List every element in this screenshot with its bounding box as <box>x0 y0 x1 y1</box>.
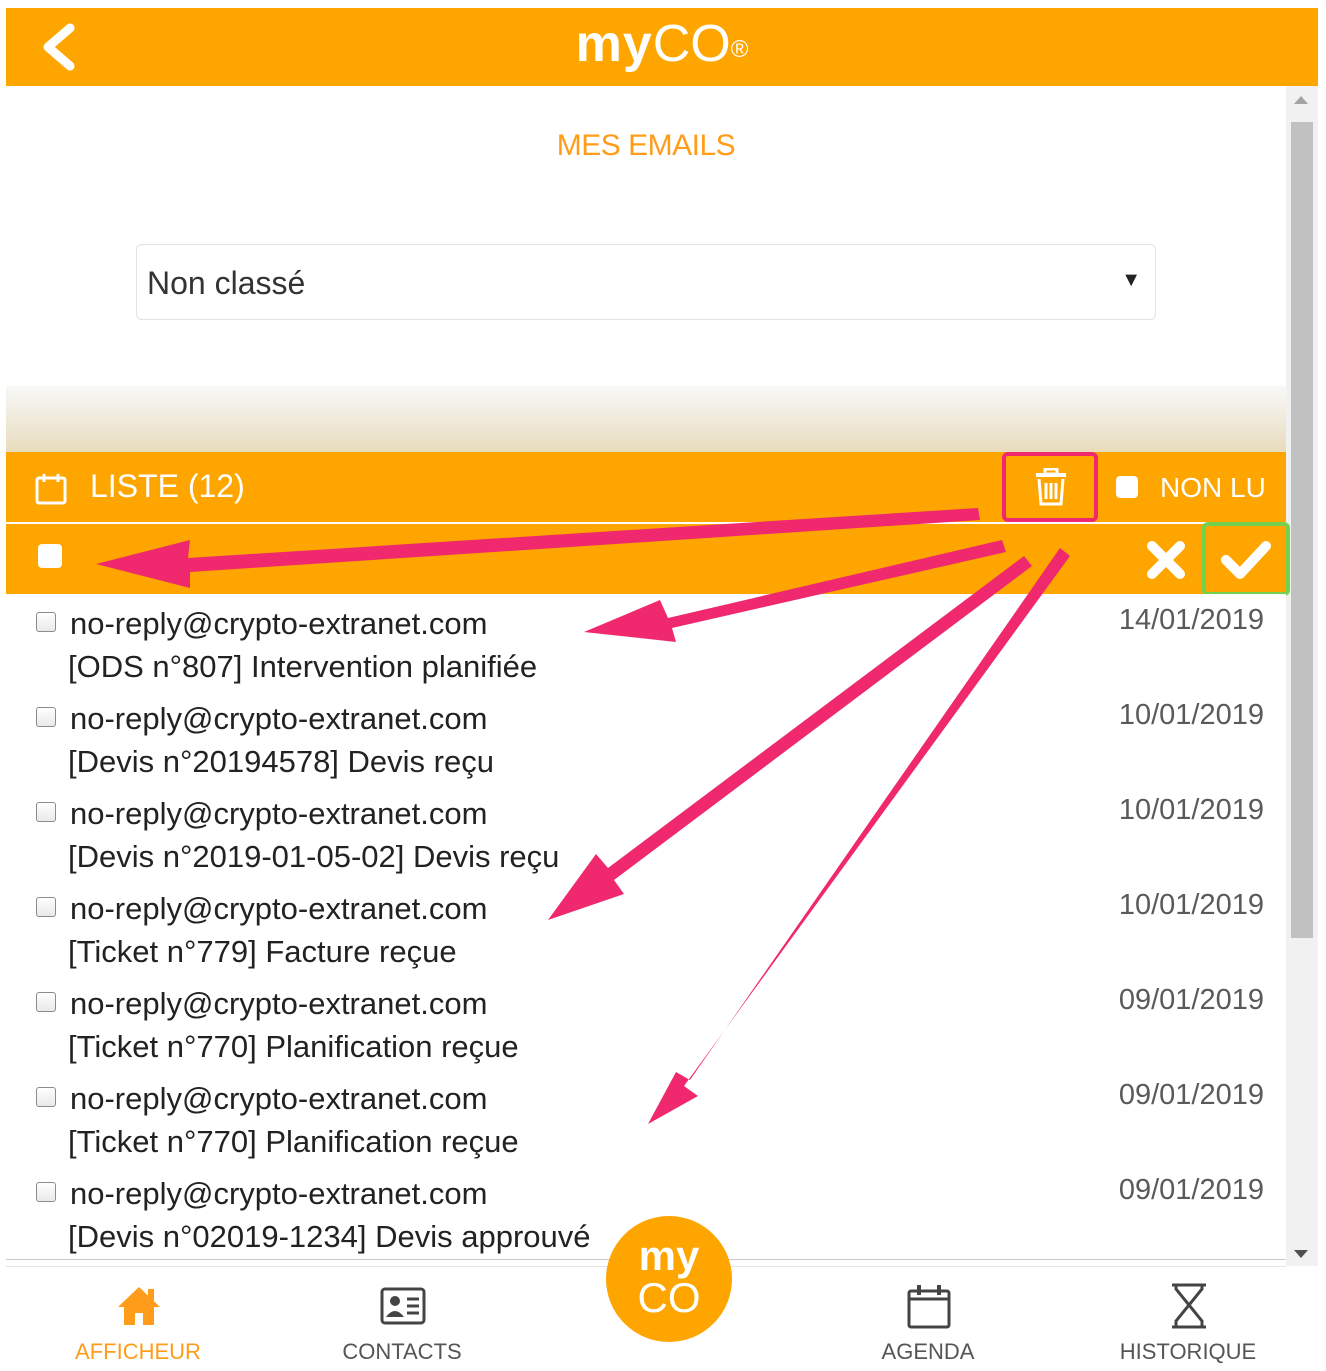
email-subject: [Devis n°02019-1234] Devis approuvé <box>68 1219 591 1254</box>
row-checkbox[interactable] <box>36 1182 56 1202</box>
email-date: 10/01/2019 <box>1118 794 1264 826</box>
email-date: 09/01/2019 <box>1118 1174 1264 1206</box>
email-subject: [Ticket n°779] Facture reçue <box>68 934 457 969</box>
row-checkbox[interactable] <box>36 707 56 727</box>
email-row[interactable]: no-reply@crypto-extranet.com [Ticket n°7… <box>6 974 1286 1070</box>
email-subject: [Ticket n°770] Planification reçue <box>68 1029 519 1064</box>
email-subject: [Devis n°20194578] Devis reçu <box>68 744 494 779</box>
trash-icon <box>1036 468 1066 506</box>
email-row[interactable]: no-reply@crypto-extranet.com [ODS n°807]… <box>6 594 1286 690</box>
nav-agenda[interactable]: AGENDA <box>808 1267 1048 1371</box>
scrollbar-thumb[interactable] <box>1291 122 1313 938</box>
calendar-icon <box>907 1285 951 1329</box>
center-logo-button[interactable]: my CO <box>606 1216 732 1342</box>
list-header: LISTE (12) NON LU <box>6 452 1286 522</box>
category-select[interactable]: Non classé ▼ <box>136 244 1156 320</box>
email-date: 14/01/2019 <box>1118 604 1264 636</box>
list-title: LISTE (12) <box>90 468 245 504</box>
email-sender: no-reply@crypto-extranet.com <box>70 796 488 831</box>
email-date: 09/01/2019 <box>1118 984 1264 1016</box>
email-sender: no-reply@crypto-extranet.com <box>70 606 488 641</box>
contact-card-icon <box>380 1287 426 1325</box>
nav-agenda-label: AGENDA <box>881 1339 975 1364</box>
row-checkbox[interactable] <box>36 612 56 632</box>
check-icon <box>1221 541 1271 579</box>
confirm-button[interactable] <box>1202 522 1290 596</box>
scroll-down-arrow-icon[interactable] <box>1294 1250 1308 1258</box>
hourglass-icon <box>1172 1283 1206 1329</box>
close-icon[interactable] <box>1144 538 1188 582</box>
select-all-checkbox[interactable] <box>38 544 62 568</box>
email-row[interactable]: no-reply@crypto-extranet.com [Devis n°20… <box>6 784 1286 880</box>
email-row[interactable]: no-reply@crypto-extranet.com [Ticket n°7… <box>6 879 1286 975</box>
email-subject: [Ticket n°770] Planification reçue <box>68 1124 519 1159</box>
app-logo: myCO® <box>6 14 1318 74</box>
row-checkbox[interactable] <box>36 992 56 1012</box>
email-row[interactable]: no-reply@crypto-extranet.com [Devis n°20… <box>6 689 1286 785</box>
logo-my: my <box>575 15 653 73</box>
nav-historique[interactable]: HISTORIQUE <box>1068 1267 1308 1371</box>
email-date: 09/01/2019 <box>1118 1079 1264 1111</box>
dropdown-caret-icon: ▼ <box>1121 269 1141 291</box>
center-logo-my: my <box>638 1232 700 1279</box>
email-row[interactable]: no-reply@crypto-extranet.com [Ticket n°7… <box>6 1069 1286 1165</box>
row-checkbox[interactable] <box>36 802 56 822</box>
email-date: 10/01/2019 <box>1118 889 1264 921</box>
email-sender: no-reply@crypto-extranet.com <box>70 1081 488 1116</box>
nav-contacts[interactable]: CONTACTS <box>282 1267 522 1371</box>
logo-registered: ® <box>730 36 749 63</box>
delete-button[interactable] <box>1002 452 1098 522</box>
email-sender: no-reply@crypto-extranet.com <box>70 701 488 736</box>
unread-filter-label: NON LU <box>1160 472 1266 503</box>
nav-afficheur-label: AFFICHEUR <box>75 1339 201 1364</box>
unread-filter-checkbox[interactable] <box>1116 476 1138 498</box>
email-date: 10/01/2019 <box>1118 699 1264 731</box>
decorative-banner <box>6 386 1286 452</box>
scroll-up-arrow-icon[interactable] <box>1294 96 1308 104</box>
email-sender: no-reply@crypto-extranet.com <box>70 986 488 1021</box>
nav-afficheur[interactable]: AFFICHEUR <box>18 1267 258 1371</box>
category-select-value: Non classé <box>147 265 306 301</box>
row-checkbox[interactable] <box>36 897 56 917</box>
email-sender: no-reply@crypto-extranet.com <box>70 1176 488 1211</box>
nav-contacts-label: CONTACTS <box>342 1339 462 1364</box>
nav-historique-label: HISTORIQUE <box>1119 1339 1257 1364</box>
email-list: no-reply@crypto-extranet.com [ODS n°807]… <box>6 594 1286 1266</box>
home-icon <box>118 1287 160 1325</box>
action-bar <box>6 522 1290 596</box>
email-subject: [Devis n°2019-01-05-02] Devis reçu <box>68 839 560 874</box>
email-sender: no-reply@crypto-extranet.com <box>70 891 488 926</box>
email-subject: [ODS n°807] Intervention planifiée <box>68 649 538 684</box>
calendar-icon <box>35 474 67 505</box>
logo-co: CO <box>652 15 731 73</box>
top-bar: myCO® <box>6 8 1318 86</box>
row-checkbox[interactable] <box>36 1087 56 1107</box>
center-logo-co: CO <box>637 1274 701 1321</box>
page-title: MES EMAILS <box>556 129 736 162</box>
